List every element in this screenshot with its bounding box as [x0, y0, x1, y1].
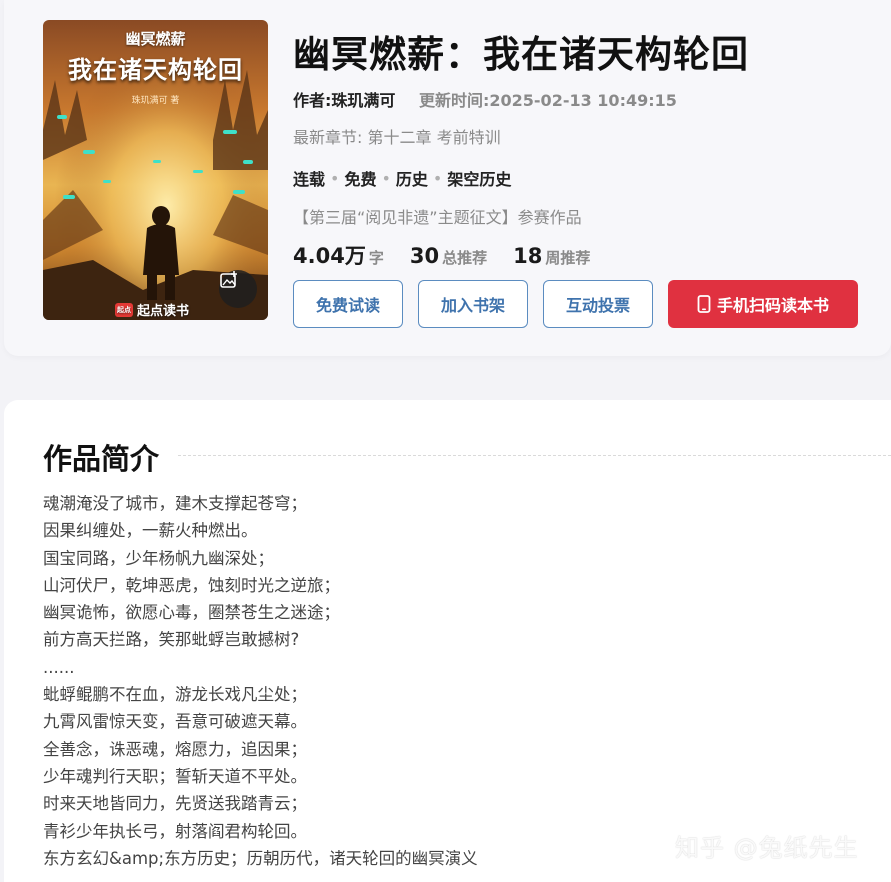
image-search-button[interactable]: [219, 270, 257, 308]
intro-line: 前方高天拦路，笑那蚍蜉岂敢撼树?: [43, 630, 300, 650]
update-time: 更新时间:2025-02-13 10:49:15: [418, 91, 677, 110]
stats-row: 4.04万字 30 总推荐 18 周推荐: [293, 240, 590, 270]
tag-separator: •: [381, 168, 391, 188]
action-buttons: 免费试读 加入书架 互动投票 手机扫码读本书: [293, 280, 858, 328]
intro-line: 青衫少年执长弓，射落阎君构轮回。: [43, 821, 307, 841]
intro-line: 全善念，诛恶魂，熔愿力，追因果；: [43, 739, 307, 759]
tag-free: 免费: [344, 170, 377, 189]
intro-line: 山河伏尸，乾坤恶虎，蚀刻时光之逆旅；: [43, 575, 340, 595]
vote-button[interactable]: 互动投票: [543, 280, 653, 328]
total-recommend: 30 总推荐: [410, 244, 487, 268]
cover-author-text: 珠玑满可 著: [131, 96, 180, 106]
author-link[interactable]: 作者:珠玑满可: [293, 91, 395, 110]
tag-separator: •: [330, 168, 340, 188]
intro-line: 幽冥诡怖，欲愿心毒，圈禁苍生之迷途；: [43, 603, 340, 623]
heading-divider: [178, 455, 891, 456]
word-count-value: 4.04万: [293, 244, 366, 268]
book-cover[interactable]: 幽冥燃薪 我在诸天构轮回 珠玑满可 著 起点 起点读书: [43, 20, 268, 320]
qidian-logo-icon: 起点: [115, 302, 133, 317]
tag-list: 连载 • 免费 • 历史 • 架空历史: [293, 166, 511, 190]
intro-line: 蚍蜉鲲鹏不在血，游龙长戏凡尘处；: [43, 685, 307, 705]
total-recommend-unit: 总推荐: [442, 249, 488, 267]
add-to-shelf-button[interactable]: 加入书架: [418, 280, 528, 328]
intro-line: 时来天地皆同力，先贤送我踏青云；: [43, 794, 307, 814]
cover-series-text: 幽冥燃薪: [125, 30, 186, 48]
word-count-unit: 字: [368, 249, 384, 267]
book-title: 幽冥燃薪：我在诸天构轮回: [293, 33, 749, 76]
publisher-name: 起点读书: [137, 304, 190, 319]
tag-status: 连载: [293, 170, 326, 189]
intro-line: 因果纠缠处，一薪火种燃出。: [43, 521, 258, 541]
free-trial-button[interactable]: 免费试读: [293, 280, 403, 328]
weekly-recommend-value: 18: [513, 244, 543, 268]
contest-info[interactable]: 【第三届“阅见非遗”主题征文】参赛作品: [293, 204, 582, 228]
intro-line: 魂潮淹没了城市，建木支撑起苍穹；: [43, 494, 307, 513]
scan-read-label: 手机扫码读本书: [716, 296, 829, 315]
intro-line: 东方玄幻&amp;东方历史；历朝历代，诸天轮回的幽冥演义: [43, 848, 478, 868]
meta-line: 作者:珠玑满可 更新时间:2025-02-13 10:49:15: [293, 87, 677, 111]
weekly-recommend: 18 周推荐: [513, 244, 590, 268]
word-count: 4.04万字: [293, 240, 384, 270]
scan-read-button[interactable]: 手机扫码读本书: [668, 280, 858, 328]
tag-separator: •: [432, 168, 443, 188]
phone-icon: [697, 295, 711, 313]
intro-text: 魂潮淹没了城市，建木支撑起苍穹； 因果纠缠处，一薪火种燃出。 国宝同路，少年杨帆…: [43, 490, 478, 872]
image-search-icon: [220, 271, 237, 288]
tag-category[interactable]: 历史: [396, 166, 428, 190]
cover-title-text: 我在诸天构轮回: [68, 56, 243, 84]
latest-chapter-link[interactable]: 最新章节: 第十二章 考前特训: [293, 124, 501, 148]
intro-heading: 作品简介: [43, 442, 160, 476]
weekly-recommend-unit: 周推荐: [545, 249, 591, 267]
intro-line: 少年魂判行天职；誓斩天道不平处。: [43, 766, 307, 786]
total-recommend-value: 30: [409, 244, 440, 268]
publisher-badge: 起点 起点读书: [115, 300, 189, 319]
intro-line: 九霄风雷惊天变，吾意可破遮天幕。: [43, 712, 307, 732]
intro-line: ......: [43, 657, 75, 677]
tag-subcategory[interactable]: 架空历史: [447, 166, 511, 190]
intro-line: 国宝同路，少年杨帆九幽深处；: [43, 548, 274, 568]
zhihu-watermark: 知乎 @兔纸先生: [675, 834, 859, 862]
